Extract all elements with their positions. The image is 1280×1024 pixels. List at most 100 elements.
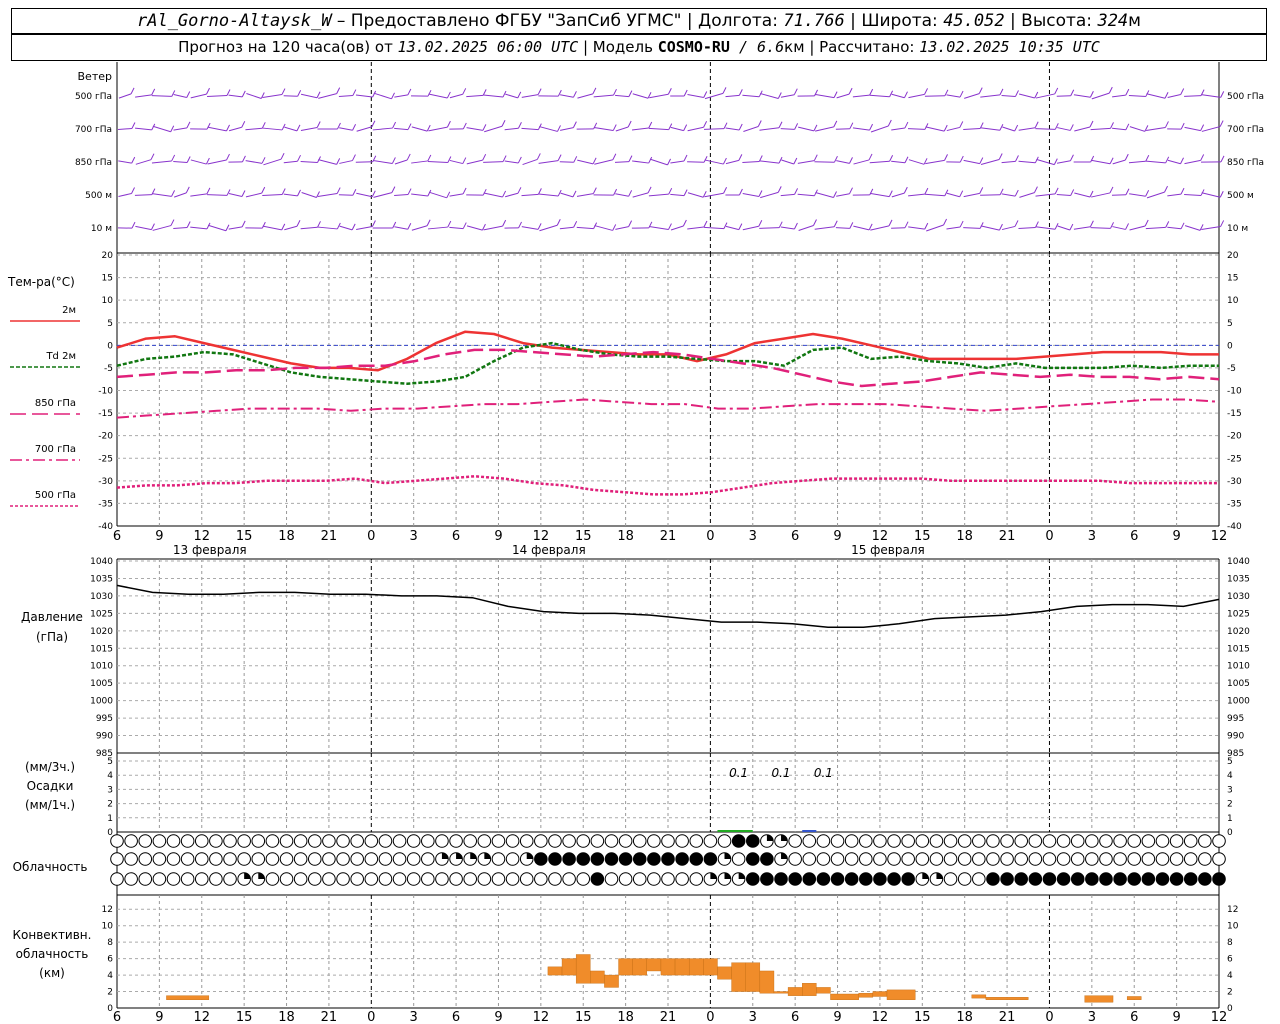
- provider: Предоставлено ФГБУ "ЗапСиб УГМС": [350, 11, 682, 31]
- conv-bar-13: [717, 966, 732, 980]
- wind-barb-3-32: [704, 192, 724, 198]
- wind-barb-0-10: [300, 93, 318, 99]
- cloud-cell-0-78: [1212, 834, 1226, 848]
- wind-barb-0-55: [1128, 95, 1146, 97]
- wind-label: Ветер: [78, 70, 112, 83]
- wind-barb-tick-4-30: [682, 219, 687, 227]
- wind-barb-2-0: [118, 160, 132, 164]
- wind-barb-tick-0-1: [151, 88, 156, 96]
- wind-barb-tick-1-6: [241, 121, 246, 128]
- wind-barb-1-38: [815, 126, 834, 132]
- cloud-cell-2-27: [491, 872, 506, 886]
- date-label-0: 13 февраля: [173, 543, 247, 557]
- wind-barb-1-50: [1035, 128, 1056, 130]
- hour-tick-mid-11: 15: [575, 529, 592, 544]
- cloud-cell-2-6: [194, 872, 209, 886]
- wind-barb-3-38: [815, 191, 834, 199]
- hour-tick-bottom-1: 9: [155, 1010, 163, 1024]
- temp-ytick-right: -25: [1227, 454, 1242, 464]
- wind-barb-tick-3-24: [572, 190, 577, 198]
- wind-barb-1-23: [539, 126, 558, 132]
- wind-barb-tick-0-54: [1125, 88, 1130, 96]
- cloud-cell-0-7: [209, 834, 223, 848]
- hour-tick-bottom-22: 0: [1045, 1010, 1053, 1024]
- conv-bar-25: [971, 994, 987, 999]
- conv-bar-22: [858, 992, 874, 998]
- wind-barb-0-35: [760, 92, 779, 100]
- cloud-cell-0-0: [110, 834, 124, 848]
- wind-barb-2-21: [504, 160, 519, 164]
- cloud-cell-0-34: [590, 834, 605, 848]
- wind-barb-3-9: [283, 193, 298, 197]
- wind-barb-4-47: [980, 225, 1000, 231]
- wind-barb-4-49: [1018, 227, 1036, 229]
- conv-bar-27: [1084, 995, 1114, 1003]
- hour-tick-bottom-18: 12: [872, 1010, 889, 1024]
- precip-ytick-right: 3: [1227, 785, 1233, 795]
- wind-barb-0-17: [428, 93, 448, 99]
- wind-barb-tick-1-49: [1034, 121, 1039, 128]
- pressure-ytick-left: 1035: [90, 574, 113, 584]
- cloud-cell-0-43: [717, 834, 732, 848]
- hour-tick-bottom-7: 3: [410, 1010, 418, 1024]
- wind-barb-2-55: [1128, 160, 1146, 164]
- wind-barb-tick-2-48: [1015, 155, 1019, 162]
- cloud-cell-1-19: [378, 852, 393, 866]
- cloud-cell-0-37: [632, 834, 647, 848]
- wind-barb-2-33: [725, 159, 739, 165]
- cloud-cell-1-73: [1141, 852, 1156, 866]
- hour-tick-bottom-4: 18: [278, 1010, 295, 1024]
- cloud-cell-1-56: [901, 852, 915, 866]
- wind-barb-tick-0-21: [517, 91, 522, 99]
- cloud-cell-1-71: [1113, 852, 1127, 866]
- wind-barb-tick-1-33: [738, 123, 743, 131]
- wind-barb-0-11: [318, 93, 337, 99]
- wind-barb-3-25: [576, 193, 594, 197]
- wind-barb-0-6: [228, 94, 243, 98]
- cloud-cell-1-27: [491, 852, 506, 866]
- conv-bar-5: [604, 974, 619, 988]
- wind-barb-tick-3-56: [1164, 185, 1168, 193]
- cloud-cell-0-48: [788, 834, 802, 848]
- cloud-cell-0-10: [251, 834, 266, 848]
- cloud-partial-2-9: [244, 872, 251, 879]
- wind-barb-1-42: [891, 127, 905, 131]
- wind-barb-tick-0-29: [667, 88, 672, 95]
- wind-barb-tick-1-14: [392, 121, 397, 129]
- wind-barb-2-37: [797, 160, 815, 164]
- wind-barb-1-8: [262, 127, 283, 131]
- cloud-cell-2-76: [1183, 872, 1198, 886]
- wind-barb-tick-0-3: [186, 91, 191, 98]
- wind-barb-tick-0-5: [226, 89, 231, 96]
- cloud-cell-0-23: [435, 834, 449, 848]
- conv-label-2: (км): [39, 966, 65, 980]
- wind-barb-4-1: [135, 225, 152, 231]
- wind-barb-1-53: [1090, 127, 1111, 131]
- wind-barb-1-7: [245, 127, 263, 131]
- wind-barb-1-3: [173, 127, 188, 131]
- cloud-cell-2-1: [124, 872, 138, 886]
- cloud-cell-2-53: [858, 872, 873, 886]
- hour-tick-bottom-10: 12: [533, 1010, 550, 1024]
- cloud-cell-1-34: [590, 852, 605, 866]
- temp-ytick-right: 5: [1227, 319, 1233, 329]
- hour-tick-bottom-8: 6: [452, 1010, 460, 1024]
- wind-barb-1-9: [284, 126, 298, 132]
- conv-ytick-left: 12: [102, 905, 113, 915]
- cloud-cell-2-45: [745, 872, 760, 886]
- wind-barb-tick-2-40: [868, 153, 873, 161]
- hour-tick-mid-7: 3: [410, 529, 418, 544]
- wind-barb-1-44: [925, 126, 945, 132]
- wind-barb-3-41: [869, 192, 890, 198]
- wind-barb-tick-3-11: [336, 187, 341, 194]
- legend-text-2: 850 гПа: [35, 398, 76, 409]
- wind-barb-tick-0-43: [924, 88, 928, 95]
- wind-barb-2-56: [1145, 160, 1166, 164]
- cloud-cell-1-76: [1183, 852, 1198, 866]
- conv-ytick-right: 0: [1227, 1004, 1233, 1014]
- hour-tick-bottom-3: 15: [236, 1010, 253, 1024]
- cloud-cell-1-5: [180, 852, 195, 866]
- cloud-cell-0-29: [519, 834, 534, 848]
- wind-barb-0-50: [1035, 93, 1055, 99]
- cloud-cell-1-35: [604, 852, 619, 866]
